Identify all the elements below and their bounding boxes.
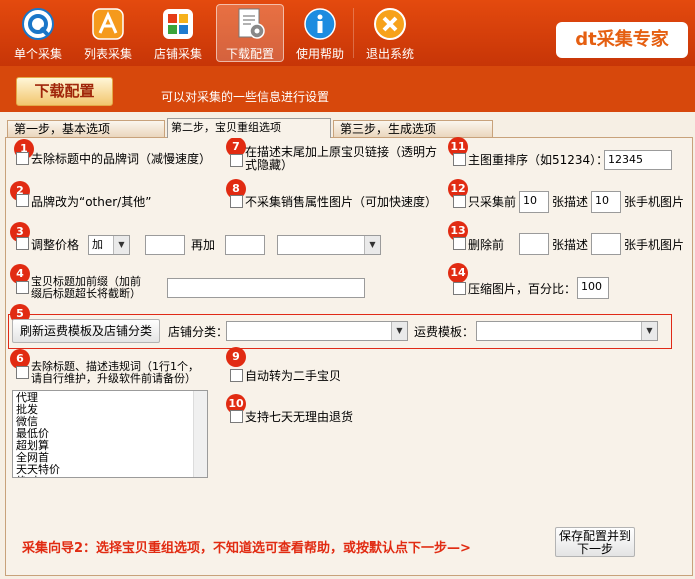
compress-image-checkbox[interactable]: [453, 282, 466, 295]
title-prefix-checkbox[interactable]: [16, 281, 29, 294]
seven-day-return-checkbox[interactable]: [230, 410, 243, 423]
toolbar-label: 退出系统: [365, 47, 414, 61]
remove-banned-words-checkbox[interactable]: [16, 366, 29, 379]
toolbar-single-collect[interactable]: 单个采集: [4, 4, 72, 62]
remove-brand-label: 去除标题中的品牌词（减慢速度）: [31, 152, 212, 166]
second-hand-label: 自动转为二手宝贝: [245, 369, 342, 383]
toolbar-exit[interactable]: 退出系统: [356, 4, 424, 62]
append-link-label: 在描述末尾加上原宝贝链接（透明方 式隐藏）: [245, 146, 437, 172]
banned-words-textarea[interactable]: 代理 批发 微信 最低价 超划算 全网首 天天特价 绝对: [12, 390, 208, 478]
save-next-label-line2: 下一步: [576, 542, 613, 556]
tab-step-3[interactable]: 第三步，生成选项: [333, 120, 493, 138]
delete-mobile-label: 张手机图片: [624, 238, 685, 252]
collect-desc-input[interactable]: 10: [591, 191, 621, 213]
save-next-label-line1: 保存配置并到: [558, 529, 631, 543]
delete-front-label: 删除前: [468, 238, 505, 252]
tab-step-2[interactable]: 第二步，宝贝重组选项: [167, 118, 331, 138]
shop-category-select[interactable]: ▼: [226, 321, 408, 341]
shop-category-label: 店铺分类：: [168, 325, 229, 339]
delete-front-input[interactable]: [519, 233, 549, 255]
toolbar-list-collect[interactable]: 列表采集: [74, 4, 142, 62]
toolbar-separator: [353, 8, 354, 58]
option-badge: 14: [448, 263, 468, 283]
help-icon: [304, 8, 336, 40]
price-value-input[interactable]: [145, 235, 185, 255]
compress-percent-input[interactable]: 100: [577, 277, 609, 299]
page-subtitle: 可以对采集的一些信息进行设置: [161, 90, 330, 104]
adjust-price-label: 调整价格: [31, 238, 80, 252]
seven-day-return-label: 支持七天无理由退货: [245, 410, 354, 424]
single-collect-icon: [22, 8, 54, 40]
main-image-reorder-checkbox[interactable]: [453, 153, 466, 166]
tab-step-1[interactable]: 第一步，基本选项: [7, 120, 165, 138]
main-image-reorder-label: 主图重排序（如51234）：: [468, 153, 609, 167]
toolbar-label: 店铺采集: [153, 47, 202, 61]
chevron-down-icon: ▼: [364, 236, 380, 254]
toolbar-help[interactable]: 使用帮助: [286, 4, 354, 62]
toolbar-shop-collect[interactable]: 店铺采集: [144, 4, 212, 62]
save-next-button[interactable]: 保存配置并到 下一步: [555, 527, 635, 557]
brand-logo: dt采集专家: [556, 22, 688, 58]
main-image-order-input[interactable]: 12345: [604, 150, 672, 170]
banned-word: 代理: [16, 391, 38, 404]
remove-banned-words-label: 去除标题、描述违规词（1行1个， 请自行维护，升级软件前请备份）: [31, 361, 199, 385]
title-prefix-label: 宝贝标题加前缀（加前 缀后标题超长将截断）: [31, 276, 141, 300]
add-again-label: 再加: [191, 238, 216, 252]
append-link-label-line2: 式隐藏）: [245, 158, 294, 172]
banned-word: 天天特价: [16, 463, 60, 476]
toolbar-download-config[interactable]: 下载配置: [216, 4, 284, 62]
delete-front-checkbox[interactable]: [453, 237, 466, 250]
skip-sku-images-label: 不采集销售属性图片（可加快速度）: [245, 195, 438, 209]
price-op-select[interactable]: 加 ▼: [88, 235, 130, 255]
price-add-input[interactable]: [225, 235, 265, 255]
price-op-value: 加: [92, 238, 103, 251]
page-title-tab[interactable]: 下载配置: [16, 77, 113, 106]
title-prefix-label-line2: 缀后标题超长将截断）: [31, 287, 141, 300]
price-unit-select[interactable]: ▼: [277, 235, 381, 255]
option-badge: 9: [226, 347, 246, 367]
refresh-freight-button[interactable]: 刷新运费模板及店铺分类: [12, 319, 160, 343]
toolbar-label: 单个采集: [13, 47, 62, 61]
chevron-down-icon: ▼: [113, 236, 129, 254]
second-hand-checkbox[interactable]: [230, 369, 243, 382]
chevron-down-icon: ▼: [391, 322, 407, 340]
main-toolbar: 单个采集 列表采集 店铺采集 下载配置 使用帮助 退出系统 dt采集专家: [0, 0, 695, 66]
skip-sku-images-checkbox[interactable]: [230, 195, 243, 208]
textarea-scrollbar[interactable]: [193, 391, 207, 477]
append-link-label-line1: 在描述末尾加上原宝贝链接（透明方: [245, 145, 438, 159]
chevron-down-icon: ▼: [641, 322, 657, 340]
title-prefix-input[interactable]: [167, 278, 365, 298]
exit-icon: [374, 8, 406, 40]
banned-words-label-line2: 请自行维护，升级软件前请备份）: [31, 372, 196, 385]
delete-desc-input[interactable]: [591, 233, 621, 255]
delete-desc-label: 张描述: [552, 238, 589, 252]
freight-template-label: 运费模板：: [414, 325, 475, 339]
collect-guide-text: 采集向导2：选择宝贝重组选项，不知道选可查看帮助，或按默认点下一步—>: [22, 541, 471, 556]
collect-limit-checkbox[interactable]: [453, 195, 466, 208]
collect-front-input[interactable]: 10: [519, 191, 549, 213]
freight-template-select[interactable]: ▼: [476, 321, 658, 341]
toolbar-label: 使用帮助: [295, 47, 344, 61]
collect-limit-label: 只采集前: [468, 195, 517, 209]
shop-collect-icon: [163, 9, 193, 39]
toolbar-label: 列表采集: [83, 47, 132, 61]
banned-word: 绝对: [16, 476, 204, 478]
collect-desc-label: 张描述: [552, 195, 589, 209]
remove-brand-checkbox[interactable]: [16, 152, 29, 165]
list-collect-icon: [92, 8, 124, 40]
toolbar-label: 下载配置: [225, 47, 274, 61]
append-link-checkbox[interactable]: [230, 154, 243, 167]
banned-word: 批发: [16, 403, 38, 416]
compress-image-label: 压缩图片，百分比：: [468, 282, 577, 296]
brand-other-checkbox[interactable]: [16, 194, 29, 207]
download-config-icon: [238, 8, 265, 39]
collect-mobile-label: 张手机图片: [624, 195, 685, 209]
brand-other-label: 品牌改为“other/其他”: [31, 195, 152, 209]
adjust-price-checkbox[interactable]: [16, 237, 29, 250]
